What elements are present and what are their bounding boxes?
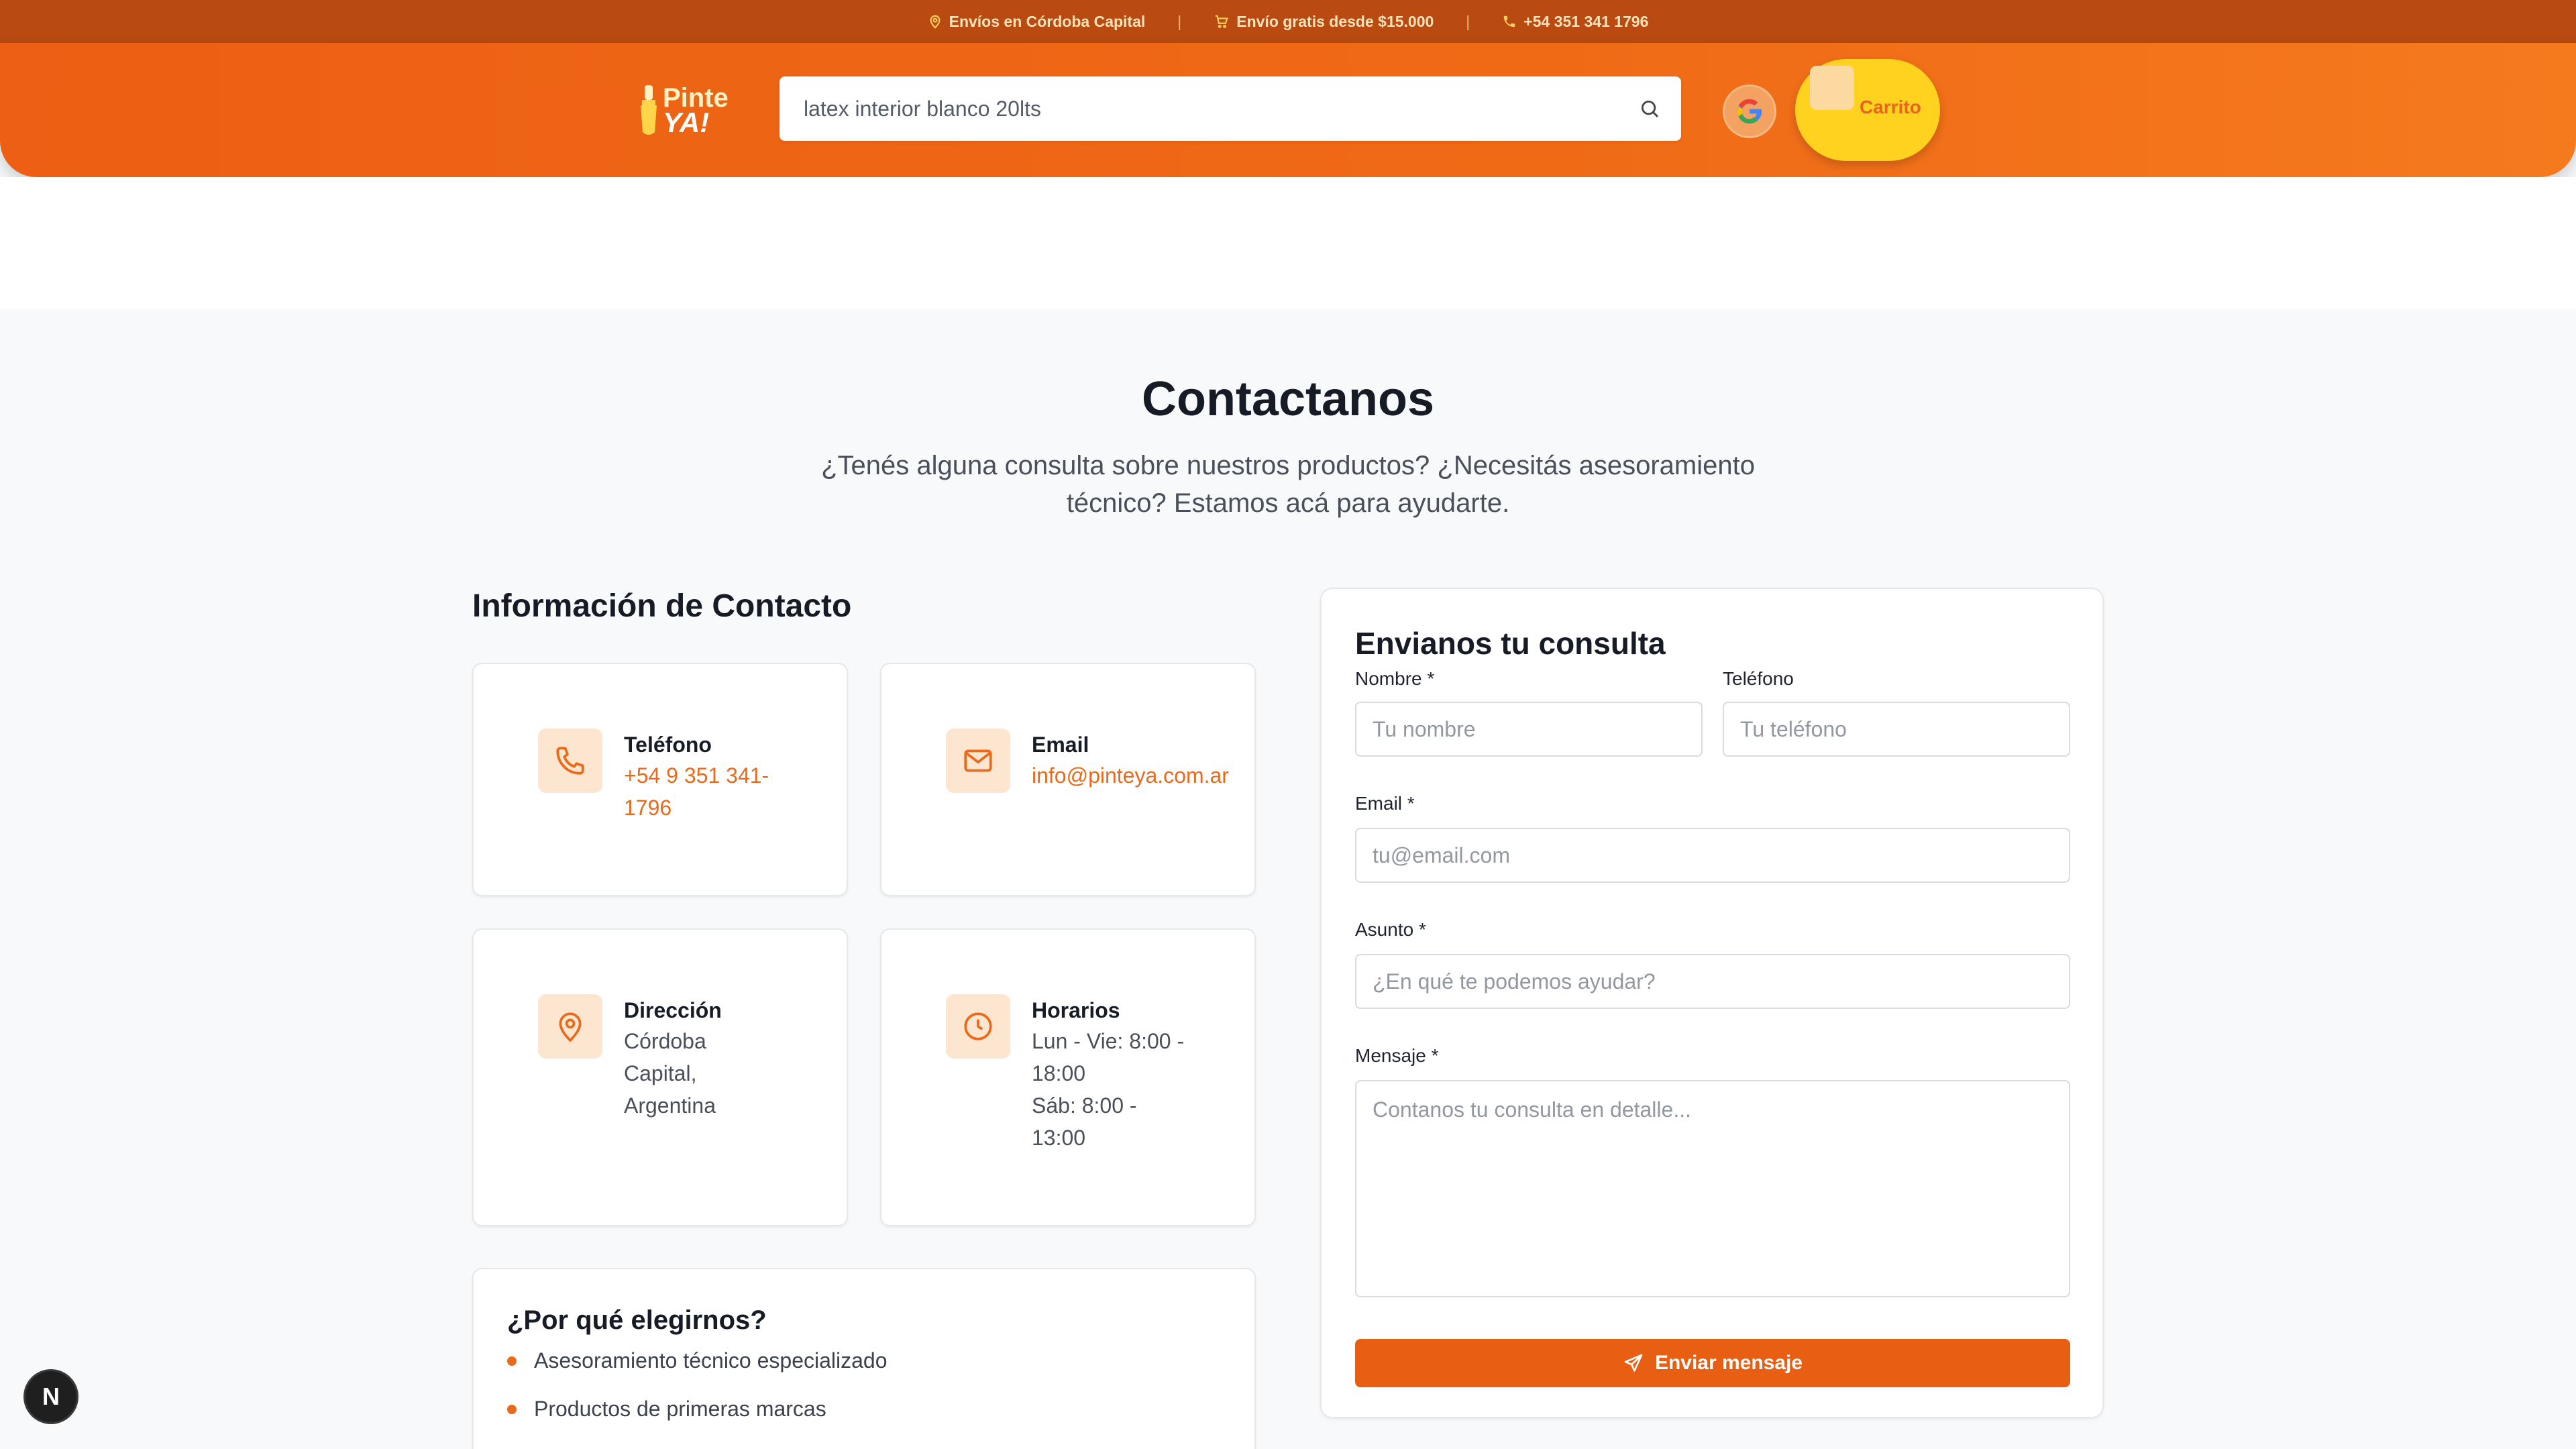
why-choose-us-title: ¿Por qué elegirnos?	[507, 1305, 767, 1335]
mail-icon	[946, 729, 1010, 793]
search-bar	[780, 76, 1681, 141]
phone-text: +54 351 341 1796	[1523, 12, 1649, 30]
google-icon	[1737, 99, 1762, 124]
email-card-title: Email	[1032, 733, 1089, 757]
hero-spacer	[0, 177, 2576, 309]
phone-input[interactable]	[1723, 702, 2070, 757]
site-header: Pinte YA! Carrito	[0, 43, 2576, 177]
list-item: Asesoramiento técnico especializado	[507, 1348, 888, 1373]
phone-card-title: Teléfono	[624, 733, 712, 757]
name-label: Nombre *	[1355, 668, 1435, 689]
address-card-title: Dirección	[624, 998, 722, 1022]
cart-button[interactable]: Carrito	[1795, 59, 1940, 161]
subject-input[interactable]	[1355, 954, 2070, 1009]
address-line-3: Argentina	[624, 1093, 716, 1118]
clock-icon	[946, 994, 1010, 1059]
message-label: Mensaje *	[1355, 1045, 1439, 1066]
cart-icon	[1214, 14, 1230, 29]
list-item-text: Asesoramiento técnico especializado	[534, 1348, 888, 1373]
email-input[interactable]	[1355, 828, 2070, 883]
bullet-icon	[507, 1356, 517, 1366]
phone-number-line-1: +54 9 351 341-	[624, 763, 769, 788]
bullet-icon	[507, 1404, 517, 1414]
dev-tools-badge[interactable]: N	[25, 1371, 76, 1422]
send-icon	[1624, 1354, 1643, 1372]
free-shipping-info: Envío gratis desde $15.000	[1214, 13, 1434, 31]
address-value: Córdoba Capital, Argentina	[624, 1025, 716, 1122]
cart-label: Carrito	[1860, 97, 1921, 117]
free-shipping-text: Envío gratis desde $15.000	[1236, 12, 1434, 30]
message-textarea[interactable]	[1355, 1080, 2070, 1297]
phone-number-line-2: 1796	[624, 796, 672, 820]
phone-icon	[1502, 14, 1517, 29]
hours-line-1: Lun - Vie: 8:00 -	[1032, 1029, 1185, 1053]
hours-value: Lun - Vie: 8:00 - 18:00 Sáb: 8:00 - 13:0…	[1032, 1025, 1184, 1154]
pinteya-logo[interactable]: Pinte YA!	[637, 80, 738, 141]
email-card: Email info@pinteya.com.ar	[880, 663, 1256, 896]
email-link[interactable]: info@pinteya.com.ar	[1032, 759, 1229, 792]
logo-text: Pinte YA!	[663, 85, 729, 139]
separator: |	[1177, 12, 1182, 30]
why-choose-us-card: ¿Por qué elegirnos? Asesoramiento técnic…	[472, 1268, 1256, 1449]
google-login-button[interactable]	[1723, 85, 1776, 138]
list-item: Productos de primeras marcas	[507, 1397, 826, 1421]
phone-number-link[interactable]: +54 9 351 341- 1796	[624, 759, 769, 824]
shipping-text: Envíos en Córdoba Capital	[949, 12, 1146, 30]
search-input[interactable]	[780, 76, 1638, 141]
hours-card: Horarios Lun - Vie: 8:00 - 18:00 Sáb: 8:…	[880, 928, 1256, 1226]
phone-card: Teléfono +54 9 351 341- 1796	[472, 663, 848, 896]
map-pin-icon	[538, 994, 602, 1059]
hours-line-3: Sáb: 8:00 -	[1032, 1093, 1137, 1118]
hours-line-4: 13:00	[1032, 1126, 1086, 1150]
search-icon[interactable]	[1638, 97, 1661, 120]
top-info-bar: Envíos en Córdoba Capital | Envío gratis…	[0, 0, 2576, 43]
name-input[interactable]	[1355, 702, 1703, 757]
page-subtitle: ¿Tenés alguna consulta sobre nuestros pr…	[821, 451, 1755, 518]
subject-label: Asunto *	[1355, 919, 1426, 940]
shipping-info: Envíos en Córdoba Capital	[928, 12, 1146, 31]
form-title: Envianos tu consulta	[1355, 626, 1666, 661]
hours-card-title: Horarios	[1032, 998, 1120, 1022]
page-title: Contactanos	[1141, 372, 1435, 426]
send-message-label: Enviar mensaje	[1654, 1352, 1803, 1374]
send-message-button[interactable]: Enviar mensaje	[1355, 1339, 2070, 1387]
email-label: Email *	[1355, 793, 1415, 814]
address-card: Dirección Córdoba Capital, Argentina	[472, 928, 848, 1226]
paint-brush-icon	[641, 85, 657, 135]
separator: |	[1466, 12, 1470, 30]
contact-info-title: Información de Contacto	[472, 588, 852, 624]
map-pin-icon	[928, 14, 943, 29]
contact-form-card: Envianos tu consulta Nombre * Teléfono E…	[1320, 588, 2104, 1418]
logo-line-2: YA!	[663, 107, 710, 139]
cart-icon	[1810, 66, 1854, 110]
phone-info[interactable]: +54 351 341 1796	[1502, 13, 1648, 31]
list-item-text: Productos de primeras marcas	[534, 1397, 826, 1421]
phone-label: Teléfono	[1723, 668, 1794, 689]
phone-icon	[538, 729, 602, 793]
address-line-1: Córdoba	[624, 1029, 706, 1053]
hours-line-2: 18:00	[1032, 1061, 1086, 1085]
address-line-2: Capital,	[624, 1061, 697, 1085]
